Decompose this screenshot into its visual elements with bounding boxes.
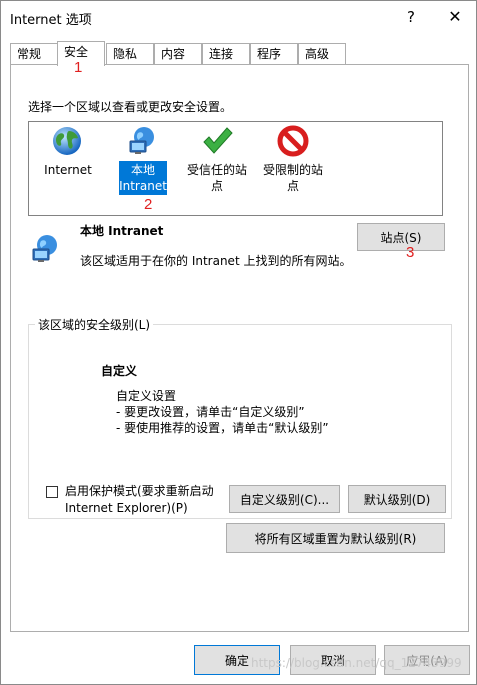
watermark-text: https://blog.csdn.net/qq_12743999	[251, 656, 462, 670]
custom-level-button[interactable]: 自定义级别(C)...	[229, 485, 340, 513]
tab-connections[interactable]: 连接	[202, 43, 250, 65]
security-level-group: 该区域的安全级别(L) 自定义 自定义设置 - 要更改设置，请单击“自定义级别”…	[28, 316, 452, 519]
restricted-icon	[277, 125, 309, 157]
zone-label: 受限制的站 点	[262, 163, 323, 193]
zone-prompt: 选择一个区域以查看或更改安全设置。	[28, 100, 233, 114]
zone-local-intranet[interactable]: 本地 Intranet	[119, 125, 167, 197]
tab-advanced[interactable]: 高级	[298, 43, 346, 65]
tab-label: 高级	[305, 47, 330, 61]
group-label: 该区域的安全级别(L)	[35, 316, 154, 333]
annotation-3: 3	[406, 244, 415, 261]
tab-label: 隐私	[113, 47, 138, 61]
zone-list: Internet 本地 Intranet 受信任的站 点 受限制的站 点	[28, 121, 443, 216]
level-line: 自定义设置	[116, 389, 177, 403]
tab-label: 内容	[161, 47, 186, 61]
intranet-icon	[32, 235, 57, 262]
reset-all-zones-button[interactable]: 将所有区域重置为默认级别(R)	[226, 523, 445, 553]
tab-label: 程序	[257, 47, 282, 61]
default-level-button[interactable]: 默认级别(D)	[348, 485, 446, 513]
intranet-icon	[129, 127, 154, 154]
zone-label: 受信任的站 点	[186, 163, 247, 193]
protected-mode-label: 启用保护模式(要求重新启动 Internet Explorer)(P)	[65, 484, 214, 515]
tab-general[interactable]: 常规	[10, 43, 58, 65]
zone-label: 本地 Intranet	[119, 161, 167, 195]
tab-label: 安全	[64, 45, 89, 59]
selected-zone-title: 本地 Intranet	[80, 224, 164, 238]
globe-icon	[53, 127, 81, 155]
title-bar: Internet 选项 ? ✕	[1, 1, 476, 33]
tab-label: 常规	[17, 47, 42, 61]
tab-label: 连接	[209, 47, 234, 61]
tab-programs[interactable]: 程序	[250, 43, 298, 65]
security-level-title: 自定义	[101, 364, 138, 378]
selected-zone-description: 该区域适用于在你的 Intranet 上找到的所有网站。	[80, 254, 352, 268]
internet-options-dialog: Internet 选项 ? ✕ 常规 安全 隐私 内容 连接 程序 高级 1 选…	[0, 0, 477, 685]
security-tab-panel: 选择一个区域以查看或更改安全设置。 Internet 本地 Intranet 受…	[10, 64, 469, 632]
security-level-description: 自定义设置 - 要更改设置，请单击“自定义级别” - 要使用推荐的设置，请单击“…	[116, 388, 329, 436]
sites-button[interactable]: 站点(S)	[357, 223, 445, 251]
help-button[interactable]: ?	[399, 6, 423, 28]
annotation-1: 1	[74, 59, 83, 76]
zone-internet[interactable]: Internet	[43, 125, 93, 195]
annotation-2: 2	[144, 196, 153, 213]
close-button[interactable]: ✕	[443, 6, 467, 28]
checkmark-icon	[203, 127, 233, 154]
protected-mode-checkbox[interactable]	[46, 486, 58, 498]
zone-trusted-sites[interactable]: 受信任的站 点	[183, 125, 251, 197]
zone-label: Internet	[44, 163, 92, 177]
tab-privacy[interactable]: 隐私	[106, 43, 154, 65]
level-line: - 要使用推荐的设置，请单击“默认级别”	[116, 421, 329, 435]
level-line: - 要更改设置，请单击“自定义级别”	[116, 405, 305, 419]
window-title: Internet 选项	[10, 13, 92, 28]
zone-restricted-sites[interactable]: 受限制的站 点	[259, 125, 327, 197]
tab-content[interactable]: 内容	[154, 43, 202, 65]
